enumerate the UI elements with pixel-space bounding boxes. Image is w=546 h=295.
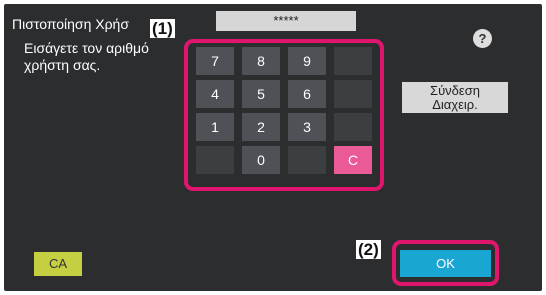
clear-all-button[interactable]: CA <box>34 252 82 276</box>
key-1[interactable]: 1 <box>196 113 234 141</box>
key-8[interactable]: 8 <box>242 47 280 75</box>
help-button[interactable]: ? <box>473 29 492 48</box>
callout-label-1: (1) <box>150 19 175 38</box>
key-3[interactable]: 3 <box>288 113 326 141</box>
key-5[interactable]: 5 <box>242 80 280 108</box>
key-6[interactable]: 6 <box>288 80 326 108</box>
callout-label-2: (2) <box>356 240 381 259</box>
keypad-blank-cell <box>288 146 326 174</box>
clear-key[interactable]: C <box>334 146 372 174</box>
instruction-text: Εισάγετε τον αριθμό χρήστη σας. <box>24 40 149 73</box>
key-0[interactable]: 0 <box>242 146 280 174</box>
admin-login-button[interactable]: Σύνδεση Διαχειρ. <box>402 82 508 113</box>
keypad-blank-cell <box>334 113 372 141</box>
keypad-blank-cell <box>196 146 234 174</box>
key-7[interactable]: 7 <box>196 47 234 75</box>
keypad-blank-cell <box>334 80 372 108</box>
password-display: ***** <box>216 11 356 31</box>
user-authentication-screen: Πιστοποίηση Χρήσ ***** ? Εισάγετε τον αρ… <box>4 4 542 291</box>
key-4[interactable]: 4 <box>196 80 234 108</box>
key-9[interactable]: 9 <box>288 47 326 75</box>
ok-button[interactable]: OK <box>400 250 491 277</box>
key-2[interactable]: 2 <box>242 113 280 141</box>
keypad-blank-cell <box>334 47 372 75</box>
screen-title: Πιστοποίηση Χρήσ <box>12 16 129 32</box>
